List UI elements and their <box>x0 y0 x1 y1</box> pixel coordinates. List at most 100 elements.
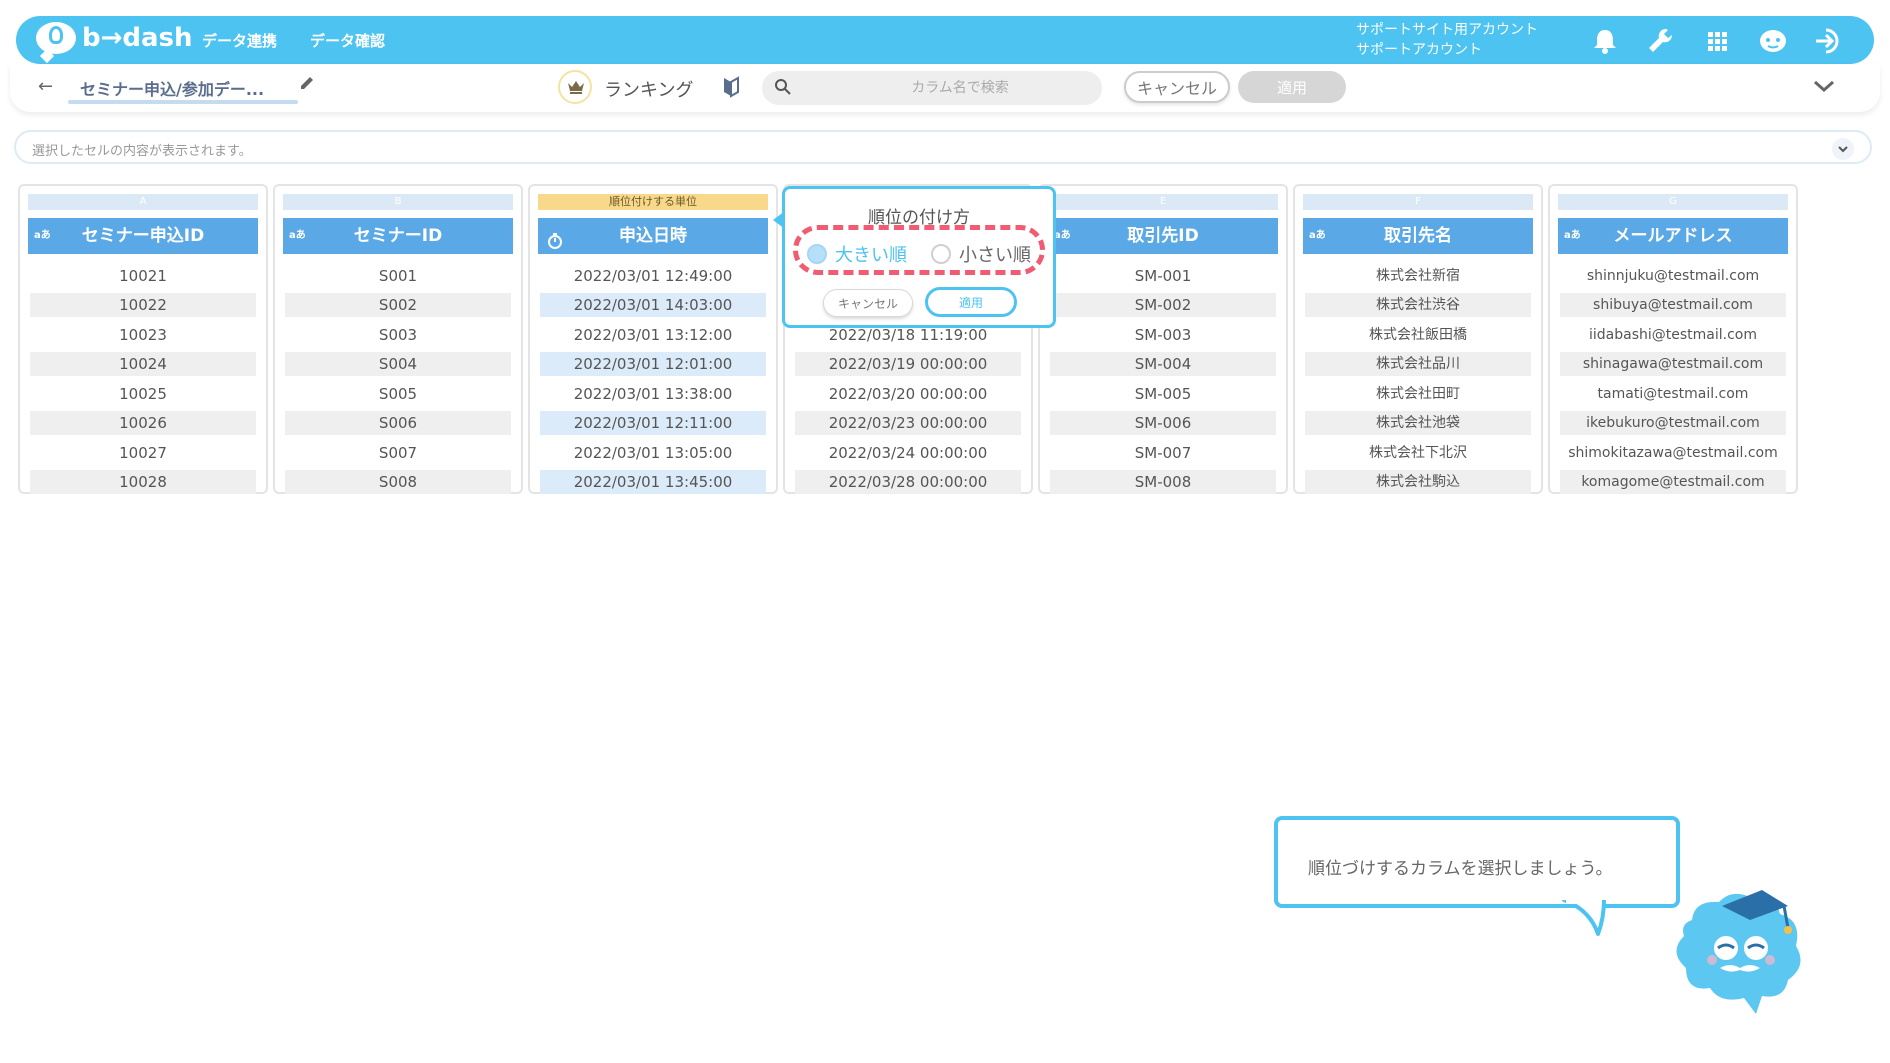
table-cell[interactable]: 10022 <box>30 293 256 317</box>
column-header[interactable]: aあ セミナー申込ID <box>28 218 258 254</box>
column-letter: F <box>1303 194 1533 210</box>
file-title[interactable]: セミナー申込/参加デー... <box>80 76 264 100</box>
chevron-down-icon[interactable] <box>1812 76 1836 100</box>
table-cell[interactable]: 2022/03/01 13:45:00 <box>540 470 766 494</box>
table-cell[interactable]: S003 <box>285 323 511 347</box>
table-cell[interactable]: shinnjuku@testmail.com <box>1560 264 1786 288</box>
column-card[interactable]: G aあ メールアドレス shinnjuku@testmail.com shib… <box>1548 184 1798 494</box>
mascot-character-icon[interactable] <box>1664 880 1814 1024</box>
table-cell[interactable]: 10028 <box>30 470 256 494</box>
nav-link-data-check[interactable]: データ確認 <box>310 30 385 51</box>
table-cell[interactable]: 10025 <box>30 382 256 406</box>
table-cell[interactable]: 2022/03/28 00:00:00 <box>795 470 1021 494</box>
table-cell[interactable]: S008 <box>285 470 511 494</box>
column-card[interactable]: F aあ 取引先名 株式会社新宿 株式会社渋谷 株式会社飯田橋 株式会社品川 株… <box>1293 184 1543 494</box>
radio-ascending[interactable]: 小さい順 <box>931 241 1031 267</box>
radio-descending-label: 大きい順 <box>835 245 907 266</box>
table-cell[interactable]: shinagawa@testmail.com <box>1560 352 1786 376</box>
table-cell[interactable]: 10021 <box>30 264 256 288</box>
brand-logo[interactable]: b→dash <box>36 22 193 54</box>
table-cell[interactable]: 2022/03/01 14:03:00 <box>540 293 766 317</box>
account-info[interactable]: サポートサイト用アカウント サポートアカウント <box>1356 20 1538 60</box>
table-cell[interactable]: SM-001 <box>1050 264 1276 288</box>
column-card[interactable]: A aあ セミナー申込ID 10021 10022 10023 10024 10… <box>18 184 268 494</box>
column-search-input[interactable] <box>762 71 1102 105</box>
table-cell[interactable]: 株式会社池袋 <box>1305 411 1531 435</box>
table-cell[interactable]: 株式会社渋谷 <box>1305 293 1531 317</box>
table-cell[interactable]: SM-008 <box>1050 470 1276 494</box>
table-cell[interactable]: SM-003 <box>1050 323 1276 347</box>
table-cell[interactable]: S007 <box>285 441 511 465</box>
speech-bubble-tail <box>1560 898 1620 948</box>
table-cell[interactable]: SM-005 <box>1050 382 1276 406</box>
apps-grid-icon[interactable] <box>1700 24 1734 58</box>
table-cell[interactable]: 2022/03/01 13:05:00 <box>540 441 766 465</box>
table-cell[interactable]: 2022/03/01 12:01:00 <box>540 352 766 376</box>
column-header[interactable]: aあ 取引先名 <box>1303 218 1533 254</box>
table-cell[interactable]: 2022/03/01 12:11:00 <box>540 411 766 435</box>
table-cell[interactable]: 2022/03/01 12:49:00 <box>540 264 766 288</box>
table-cell[interactable]: 株式会社田町 <box>1305 382 1531 406</box>
column-header-label: セミナー申込ID <box>81 226 205 246</box>
table-cell[interactable]: S001 <box>285 264 511 288</box>
table-cell[interactable]: 2022/03/23 00:00:00 <box>795 411 1021 435</box>
table-cell[interactable]: shimokitazawa@testmail.com <box>1560 441 1786 465</box>
table-cell[interactable]: 2022/03/01 13:38:00 <box>540 382 766 406</box>
table-cell[interactable]: ikebukuro@testmail.com <box>1560 411 1786 435</box>
table-cell[interactable]: shibuya@testmail.com <box>1560 293 1786 317</box>
table-cell[interactable]: 株式会社新宿 <box>1305 264 1531 288</box>
expand-chevron-icon[interactable] <box>1832 138 1854 160</box>
table-cell[interactable]: 株式会社下北沢 <box>1305 441 1531 465</box>
column-card-selected[interactable]: 順位付けする単位 申込日時 2022/03/01 12:49:00 2022/0… <box>528 184 778 494</box>
table-cell[interactable]: S005 <box>285 382 511 406</box>
table-cell[interactable]: SM-004 <box>1050 352 1276 376</box>
table-cell[interactable]: SM-002 <box>1050 293 1276 317</box>
logo-bubble-icon <box>36 22 76 54</box>
table-cell[interactable]: 株式会社飯田橋 <box>1305 323 1531 347</box>
table-cell[interactable]: S004 <box>285 352 511 376</box>
table-cell[interactable]: 2022/03/20 00:00:00 <box>795 382 1021 406</box>
column-header[interactable]: aあ メールアドレス <box>1558 218 1788 254</box>
ranking-unit-label: 順位付けする単位 <box>538 194 768 210</box>
table-cell[interactable]: 10027 <box>30 441 256 465</box>
text-type-icon: aあ <box>1054 230 1071 241</box>
table-cell[interactable]: 10024 <box>30 352 256 376</box>
ranking-order-popover: 順位の付け方 大きい順 小さい順 キャンセル 適用 <box>773 186 1056 328</box>
bell-icon[interactable] <box>1588 24 1622 58</box>
column-header[interactable]: aあ 取引先ID <box>1048 218 1278 254</box>
table-cell[interactable]: S002 <box>285 293 511 317</box>
nav-link-data-integration[interactable]: データ連携 <box>202 30 277 51</box>
table-cell[interactable]: 株式会社駒込 <box>1305 470 1531 494</box>
logout-icon[interactable] <box>1812 24 1846 58</box>
table-cell[interactable]: S006 <box>285 411 511 435</box>
wrench-icon[interactable] <box>1644 24 1678 58</box>
apply-button[interactable]: 適用 <box>1238 71 1346 103</box>
table-cell[interactable]: 10023 <box>30 323 256 347</box>
table-cell[interactable]: 10026 <box>30 411 256 435</box>
table-cell[interactable]: SM-007 <box>1050 441 1276 465</box>
table-cell[interactable]: 2022/03/19 00:00:00 <box>795 352 1021 376</box>
table-cell[interactable]: tamati@testmail.com <box>1560 382 1786 406</box>
radio-selected-icon <box>807 244 827 264</box>
mode-label: ランキング <box>604 80 694 101</box>
table-cell[interactable]: komagome@testmail.com <box>1560 470 1786 494</box>
cancel-button[interactable]: キャンセル <box>1124 71 1230 103</box>
radio-descending[interactable]: 大きい順 <box>807 241 907 267</box>
column-header[interactable]: aあ セミナーID <box>283 218 513 254</box>
back-arrow-icon[interactable]: ← <box>38 76 53 97</box>
popover-cancel-button[interactable]: キャンセル <box>823 289 913 317</box>
table-cell[interactable]: iidabashi@testmail.com <box>1560 323 1786 347</box>
beginner-mark-icon[interactable] <box>722 76 740 102</box>
table-cell[interactable]: 2022/03/24 00:00:00 <box>795 441 1021 465</box>
column-card[interactable]: B aあ セミナーID S001 S002 S003 S004 S005 S00… <box>273 184 523 494</box>
table-cell[interactable]: SM-006 <box>1050 411 1276 435</box>
table-cell[interactable]: 株式会社品川 <box>1305 352 1531 376</box>
cell-content-bar[interactable]: 選択したセルの内容が表示されます。 <box>14 130 1872 164</box>
file-title-underline <box>68 100 298 104</box>
popover-apply-button[interactable]: 適用 <box>925 287 1017 317</box>
pencil-icon[interactable] <box>298 74 316 96</box>
column-card[interactable]: E aあ 取引先ID SM-001 SM-002 SM-003 SM-004 S… <box>1038 184 1288 494</box>
table-cell[interactable]: 2022/03/01 13:12:00 <box>540 323 766 347</box>
assistant-icon[interactable] <box>1756 24 1790 58</box>
column-header[interactable]: 申込日時 <box>538 218 768 254</box>
